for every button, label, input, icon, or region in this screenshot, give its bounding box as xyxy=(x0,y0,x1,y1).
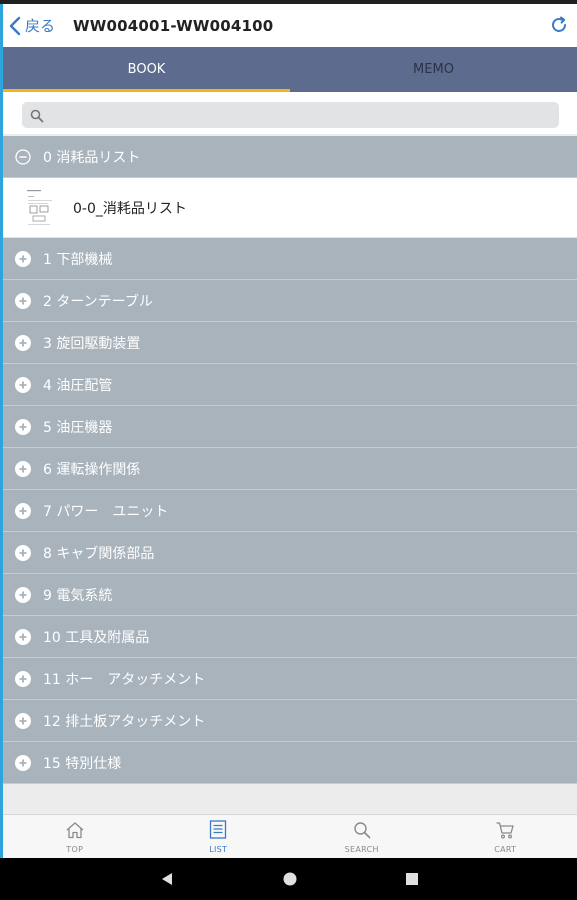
bottom-nav: TOP LIST SEARCH CART xyxy=(3,814,577,858)
section-label: 1 下部機械 xyxy=(43,251,113,268)
expand-icon[interactable] xyxy=(15,250,31,267)
chevron-left-icon xyxy=(9,16,21,36)
collapse-icon[interactable] xyxy=(15,148,31,165)
section-label: 10 工具及附属品 xyxy=(43,629,150,646)
list-icon xyxy=(209,820,227,843)
section-label: 6 運転操作関係 xyxy=(43,461,141,478)
document-thumbnail xyxy=(25,186,55,229)
nav-cart[interactable]: CART xyxy=(434,815,577,858)
expand-icon[interactable] xyxy=(15,418,31,435)
expand-icon[interactable] xyxy=(15,628,31,645)
tab-bar: BOOK MEMO xyxy=(3,47,577,92)
list-item[interactable]: 0-0_消耗品リスト xyxy=(3,178,577,238)
section-row[interactable]: 15 特別仕様 xyxy=(3,742,577,784)
expand-icon[interactable] xyxy=(15,502,31,519)
expand-icon[interactable] xyxy=(15,754,31,771)
section-row[interactable]: 8 キャブ関係部品 xyxy=(3,532,577,574)
list-item-label: 0-0_消耗品リスト xyxy=(73,200,187,217)
expand-icon[interactable] xyxy=(15,670,31,687)
nav-search-label: SEARCH xyxy=(344,844,379,854)
tab-book[interactable]: BOOK xyxy=(3,47,290,92)
back-triangle-icon[interactable] xyxy=(159,871,175,891)
expand-icon[interactable] xyxy=(15,586,31,603)
recents-square-icon[interactable] xyxy=(404,871,420,891)
section-row[interactable]: 7 パワー ユニット xyxy=(3,490,577,532)
expand-icon[interactable] xyxy=(15,712,31,729)
nav-cart-label: CART xyxy=(494,844,517,854)
section-label: 4 油圧配管 xyxy=(43,377,113,394)
expand-icon[interactable] xyxy=(15,334,31,351)
section-label: 8 キャブ関係部品 xyxy=(43,545,155,562)
home-circle-icon[interactable] xyxy=(282,871,298,891)
tab-memo-label: MEMO xyxy=(413,62,454,77)
section-row[interactable]: 6 運転操作関係 xyxy=(3,448,577,490)
header-bar: 戻る WW004001-WW004100 xyxy=(3,4,577,47)
section-row[interactable]: 11 ホー アタッチメント xyxy=(3,658,577,700)
section-row[interactable]: 3 旋回駆動装置 xyxy=(3,322,577,364)
tab-memo[interactable]: MEMO xyxy=(290,47,577,92)
nav-list[interactable]: LIST xyxy=(147,815,291,858)
refresh-icon[interactable] xyxy=(549,15,569,35)
section-label: 3 旋回駆動装置 xyxy=(43,335,141,352)
section-label: 7 パワー ユニット xyxy=(43,503,169,520)
section-row[interactable]: 0 消耗品リスト xyxy=(3,136,577,178)
section-row[interactable]: 4 油圧配管 xyxy=(3,364,577,406)
book-list: 0 消耗品リスト 0-0_消耗品リスト 1 下部機械 2 ターンテーブル 3 旋… xyxy=(3,136,577,784)
nav-top-label: TOP xyxy=(66,844,84,854)
section-label: 9 電気系統 xyxy=(43,587,113,604)
expand-icon[interactable] xyxy=(15,460,31,477)
section-label: 15 特別仕様 xyxy=(43,755,122,772)
section-label: 11 ホー アタッチメント xyxy=(43,671,206,688)
expand-icon[interactable] xyxy=(15,376,31,393)
expand-icon[interactable] xyxy=(15,544,31,561)
section-row[interactable]: 9 電気系統 xyxy=(3,574,577,616)
section-row[interactable]: 2 ターンテーブル xyxy=(3,280,577,322)
section-row[interactable]: 12 排土板アタッチメント xyxy=(3,700,577,742)
search-bar xyxy=(3,92,577,134)
section-label: 12 排土板アタッチメント xyxy=(43,713,206,730)
section-row[interactable]: 1 下部機械 xyxy=(3,238,577,280)
cart-icon xyxy=(495,821,515,843)
nav-list-label: LIST xyxy=(209,845,228,854)
tab-book-label: BOOK xyxy=(127,62,166,77)
section-row[interactable]: 10 工具及附属品 xyxy=(3,616,577,658)
section-label: 0 消耗品リスト xyxy=(43,149,141,166)
expand-icon[interactable] xyxy=(15,292,31,309)
search-icon xyxy=(30,108,44,127)
section-label: 5 油圧機器 xyxy=(43,419,113,436)
back-label: 戻る xyxy=(25,17,56,35)
back-button[interactable]: 戻る xyxy=(3,4,55,47)
search-field[interactable] xyxy=(22,102,559,128)
nav-top[interactable]: TOP xyxy=(3,815,147,858)
home-icon xyxy=(65,821,85,843)
search-input[interactable] xyxy=(50,102,550,128)
system-nav-bar xyxy=(0,858,577,900)
app-window: 戻る WW004001-WW004100 BOOK MEMO 0 消耗品リスト … xyxy=(0,0,577,858)
section-row[interactable]: 5 油圧機器 xyxy=(3,406,577,448)
section-label: 2 ターンテーブル xyxy=(43,293,153,310)
nav-search[interactable]: SEARCH xyxy=(290,815,434,858)
page-title: WW004001-WW004100 xyxy=(73,16,274,35)
search-icon xyxy=(353,821,371,843)
